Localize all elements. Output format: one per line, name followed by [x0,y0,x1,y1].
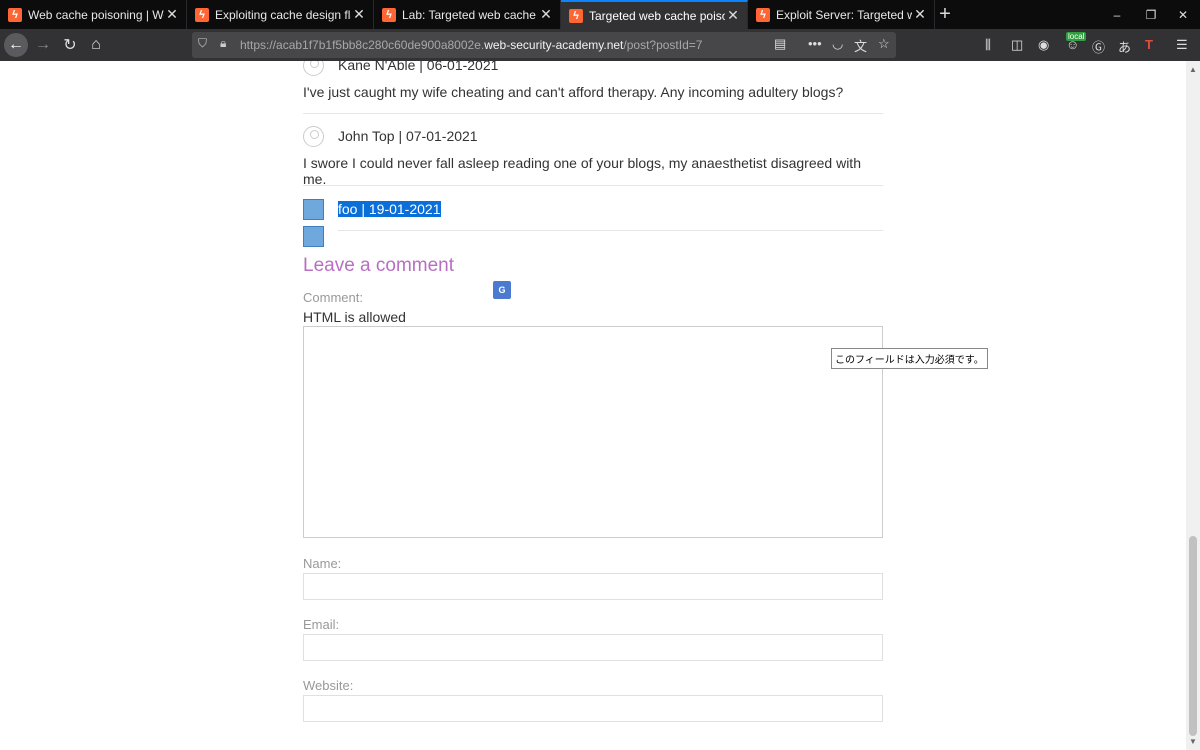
language-icon[interactable]: あ [1118,37,1131,56]
portswigger-icon: ϟ [569,8,583,23]
tab-title: Exploit Server: Targeted web ca [776,7,912,22]
close-icon[interactable]: ✕ [538,6,554,23]
name-label: Name: [303,556,342,571]
website-label: Website: [303,678,354,693]
lock-icon[interactable]: 🔒︎ [220,36,226,51]
comment-author: John Top | 07-01-2021 [338,128,478,144]
comment-text: I've just caught my wife cheating and ca… [303,84,844,100]
new-tab-button[interactable]: + [934,3,956,25]
menu-icon[interactable]: ☰ [1176,37,1188,53]
url-text[interactable]: https://acab1f7b1f5bb8c280c60de900a8002e… [240,38,702,52]
tab-title: Exploiting cache design flaws | [215,7,351,22]
divider [303,113,883,114]
portswigger-icon: ϟ [382,7,396,22]
page-content: Kane N'Able | 06-01-2021 I've just caugh… [0,61,1186,750]
comment-author: Kane N'Able | 06-01-2021 [338,61,499,73]
divider [303,185,883,186]
navigation-toolbar: ← → ↻ ⌂ ⛉ 🔒︎ https://acab1f7b1f5bb8c280c… [0,29,1200,61]
close-icon[interactable]: ✕ [912,6,928,23]
name-input[interactable] [303,573,883,600]
broken-image-icon [303,226,324,247]
back-button[interactable]: ← [4,33,28,57]
vertical-scrollbar[interactable]: ▲ ▼ [1186,61,1200,750]
tab-title: Targeted web cache poisoning [589,8,725,23]
scroll-up-icon[interactable]: ▲ [1189,65,1197,74]
email-label: Email: [303,617,340,632]
tab-exploiting-cache-design-flaws[interactable]: ϟ Exploiting cache design flaws | ✕ [187,0,374,29]
tab-targeted-web-cache-poisoning[interactable]: ϟ Targeted web cache poisoning ✕ [561,0,748,29]
tab-strip: ϟ Web cache poisoning | Web Se ✕ ϟ Explo… [0,0,1200,29]
leave-comment-heading: Leave a comment [303,255,455,276]
avatar-icon [303,125,324,147]
portswigger-icon: ϟ [8,7,22,22]
tab-exploit-server[interactable]: ϟ Exploit Server: Targeted web ca ✕ [748,0,935,29]
sidebar-icon[interactable]: ◫ [1011,37,1023,53]
email-input[interactable] [303,634,883,661]
comment-item-selected: foo | 19-01-2021 [303,198,883,220]
comment-text: I swore I could never fall asleep readin… [303,155,861,187]
scrollbar-thumb[interactable] [1189,536,1197,736]
comment-textarea[interactable] [303,326,883,538]
avatar-icon [303,198,324,220]
translate-extension-icon[interactable]: Ⓖ [1092,37,1105,56]
portswigger-icon: ϟ [195,7,209,22]
address-bar[interactable]: ⛉ 🔒︎ https://acab1f7b1f5bb8c280c60de900a… [192,32,896,58]
close-icon[interactable]: ✕ [725,7,741,24]
close-icon[interactable]: ✕ [164,6,180,23]
portswigger-icon: ϟ [756,7,770,22]
website-input[interactable] [303,695,883,722]
minimize-button[interactable]: – [1100,0,1134,29]
home-button[interactable]: ⌂ [84,33,108,57]
account-icon[interactable]: ◉ [1038,37,1049,53]
pocket-icon[interactable]: ◡ [832,36,843,52]
forward-button[interactable]: → [31,33,55,57]
tab-lab-targeted[interactable]: ϟ Lab: Targeted web cache poiso ✕ [374,0,561,29]
url-path: /post?postId=7 [623,38,703,52]
scroll-down-icon[interactable]: ▼ [1189,737,1197,746]
url-domain: web-security-academy.net [484,38,624,52]
avatar-icon [303,61,324,76]
translate-icon[interactable]: 文 [854,36,867,55]
library-icon[interactable]: ⫼ [985,37,991,53]
comment-label: Comment: [303,290,363,305]
validation-tooltip: このフィールドは入力必須です。 [831,348,988,369]
tab-web-cache-poisoning[interactable]: ϟ Web cache poisoning | Web Se ✕ [0,0,187,29]
comment-author: foo | 19-01-2021 [338,201,441,217]
reader-view-icon[interactable]: ▤ [774,36,786,52]
bookmark-star-icon[interactable]: ☆ [878,36,890,52]
divider [338,230,883,231]
local-badge: local [1066,32,1087,41]
restore-button[interactable]: ❐ [1134,0,1168,29]
comment-item: John Top | 07-01-2021 I swore I could ne… [303,125,883,187]
close-window-button[interactable]: ✕ [1166,0,1200,29]
tab-title: Web cache poisoning | Web Se [28,7,164,22]
close-icon[interactable]: ✕ [351,6,367,23]
shield-icon[interactable]: ⛉ [198,36,207,51]
tab-title: Lab: Targeted web cache poiso [402,7,538,22]
html-allowed-note: HTML is allowed [303,309,406,325]
comment-item: Kane N'Able | 06-01-2021 I've just caugh… [303,61,883,100]
t-extension-icon[interactable]: T [1145,37,1153,52]
url-prefix: https://acab1f7b1f5bb8c280c60de900a8002e… [240,38,485,52]
reload-button[interactable]: ↻ [58,33,82,57]
page-actions-icon[interactable]: ••• [808,36,822,51]
